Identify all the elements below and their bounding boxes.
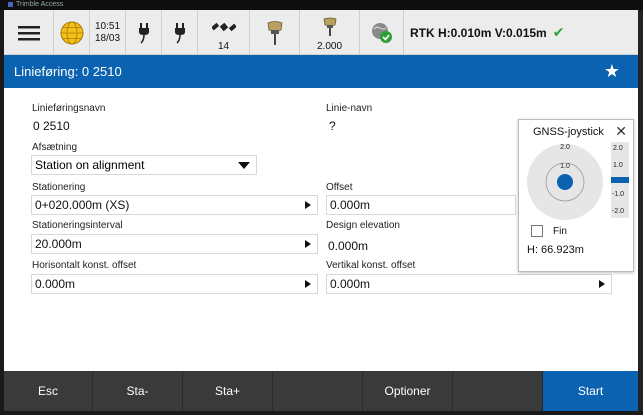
station-interval-label: Stationeringsinterval [32, 220, 123, 231]
height-indicator [611, 177, 629, 183]
offset-label: Offset [326, 182, 353, 193]
arrow-right-icon[interactable] [299, 275, 317, 293]
scale-label: 1.0 [613, 162, 623, 169]
station-label: Stationering [32, 182, 86, 193]
app-window: 10:51 18/03 14 2.000 RTK H:0.010m V:0.01… [4, 10, 638, 411]
station-interval-input[interactable]: 20.000m [31, 234, 318, 254]
softkey-bar: Esc Sta- Sta+ Optioner Start [4, 371, 638, 411]
power-status[interactable] [126, 10, 162, 55]
scale-label: 2.0 [613, 145, 623, 152]
power-plug-icon [138, 22, 149, 44]
page-header: Linieføring: 0 2510 ★ [4, 55, 638, 88]
power-plug-icon [174, 22, 185, 44]
gnss-receiver-icon [267, 20, 282, 45]
clock-date: 18/03 [94, 32, 121, 44]
app-icon [8, 1, 13, 7]
antenna-height: 2.000 [316, 41, 343, 52]
antenna-icon [323, 17, 336, 36]
design-elevation-value: 0.000m [328, 239, 369, 253]
station-value: 0+020.000m (XS) [35, 198, 130, 212]
design-elevation-label: Design elevation [326, 220, 400, 231]
arrow-right-icon[interactable] [299, 196, 317, 214]
satellite-status[interactable]: 14 [198, 10, 250, 55]
rtk-precision[interactable]: RTK H:0.010m V:0.015m ✔ [404, 10, 638, 55]
vert-offset-value: 0.000m [330, 277, 371, 291]
ring-inner-label: 1.0 [560, 163, 570, 170]
vert-offset-label: Vertikal konst. offset [326, 260, 416, 271]
joystick-title: GNSS-joystick [533, 126, 604, 138]
clock-time: 10:51 [94, 20, 121, 32]
receiver-status[interactable] [250, 10, 300, 55]
star-icon[interactable]: ★ [604, 55, 620, 88]
receiver-power-status[interactable] [162, 10, 198, 55]
page-title: Linieføring: 0 2510 [14, 64, 122, 79]
height-scale: 2.0 1.0 -1.0 -2.0 [611, 142, 629, 218]
alignment-name-label: Linieføringsnavn [32, 103, 106, 114]
arrow-right-icon[interactable] [593, 275, 611, 293]
chevron-down-icon [238, 162, 250, 169]
esc-button[interactable]: Esc [4, 371, 93, 411]
offset-input[interactable]: 0.000m [326, 195, 516, 215]
start-button[interactable]: Start [543, 371, 638, 411]
options-button[interactable]: Optioner [363, 371, 453, 411]
connection-globe-check-icon [371, 22, 392, 43]
connection-status[interactable] [360, 10, 404, 55]
check-icon: ✔ [552, 24, 565, 40]
line-name-label: Linie-navn [326, 103, 373, 114]
ring-outer-label: 2.0 [560, 144, 570, 151]
alignment-name-value: 0 2510 [33, 119, 70, 133]
arrow-right-icon[interactable] [299, 235, 317, 253]
sta-minus-button[interactable]: Sta- [93, 371, 183, 411]
window-border [0, 411, 643, 415]
fin-label: Fin [553, 226, 567, 237]
hamburger-icon [17, 25, 40, 40]
joystick-position-dot [557, 174, 573, 190]
window-titlebar: Trimble Access [0, 0, 643, 10]
form-area: Linieføringsnavn 0 2510 Linie-navn ? Afs… [4, 88, 638, 371]
window-border [638, 10, 643, 415]
clock-display: 10:51 18/03 [90, 10, 126, 55]
globe-button[interactable] [54, 10, 90, 55]
globe-icon [60, 21, 83, 44]
empty-softkey[interactable] [273, 371, 363, 411]
window-title: Trimble Access [16, 1, 64, 8]
offset-value: 0.000m [330, 198, 371, 212]
status-bar: 10:51 18/03 14 2.000 RTK H:0.010m V:0.01… [4, 10, 638, 55]
height-value: H: 66.923m [527, 244, 584, 256]
joystick-target[interactable]: 2.0 1.0 [525, 142, 605, 222]
vert-offset-input[interactable]: 0.000m [326, 274, 612, 294]
station-input[interactable]: 0+020.000m (XS) [31, 195, 318, 215]
stakeout-value: Station on alignment [35, 158, 145, 172]
menu-button[interactable] [4, 10, 54, 55]
scale-label: -1.0 [612, 191, 624, 198]
scale-label: -2.0 [612, 208, 624, 215]
satellite-icon [211, 22, 236, 31]
rtk-text: RTK H:0.010m V:0.015m [410, 25, 547, 40]
satellite-count: 14 [217, 41, 230, 52]
station-interval-value: 20.000m [35, 237, 82, 251]
empty-softkey[interactable] [453, 371, 543, 411]
horiz-offset-value: 0.000m [35, 277, 76, 291]
horiz-offset-input[interactable]: 0.000m [31, 274, 318, 294]
gnss-joystick-panel: GNSS-joystick ✕ 2.0 1.0 2.0 1.0 -1.0 -2.… [518, 119, 634, 272]
antenna-height-status[interactable]: 2.000 [300, 10, 360, 55]
sta-plus-button[interactable]: Sta+ [183, 371, 273, 411]
fin-checkbox[interactable] [531, 225, 543, 237]
close-icon[interactable]: ✕ [615, 123, 627, 140]
line-name-value: ? [329, 119, 336, 133]
horiz-offset-label: Horisontalt konst. offset [32, 260, 137, 271]
stakeout-label: Afsætning [32, 142, 78, 153]
stakeout-dropdown[interactable]: Station on alignment [31, 155, 257, 175]
